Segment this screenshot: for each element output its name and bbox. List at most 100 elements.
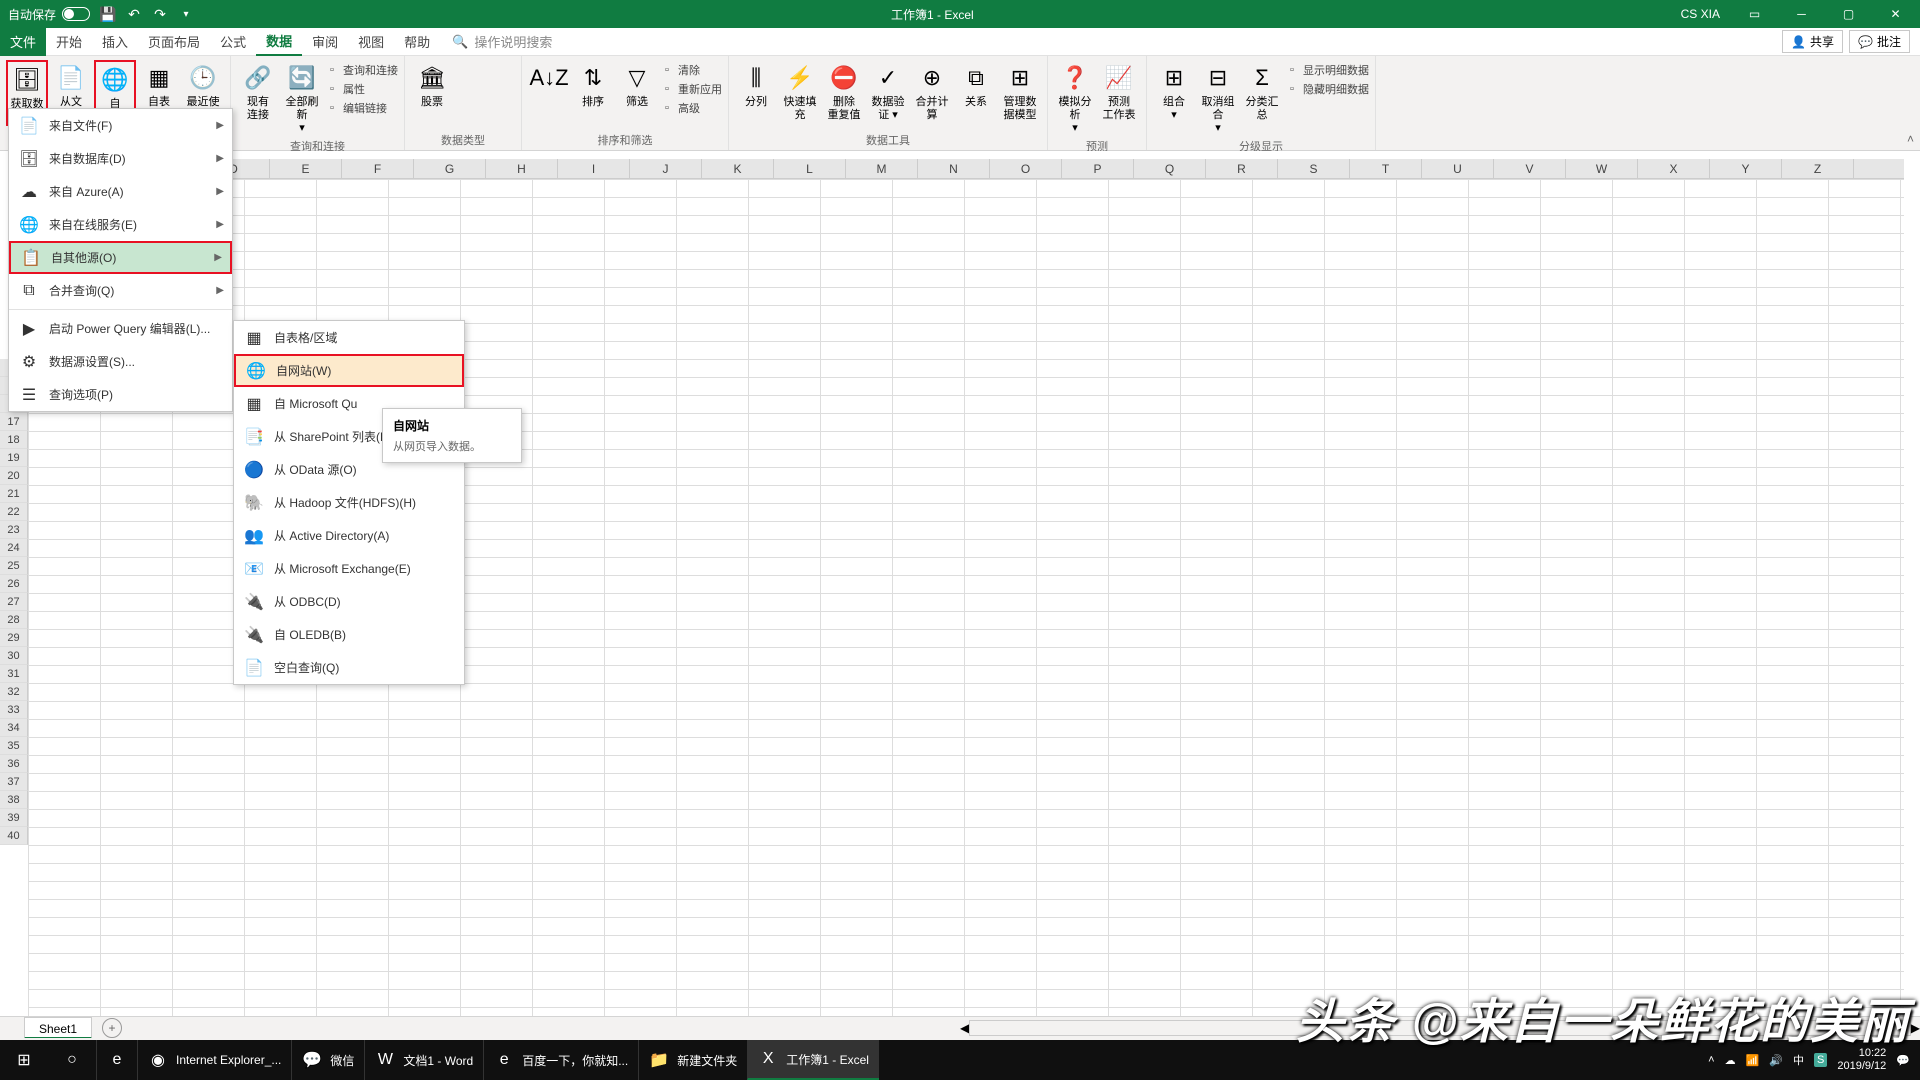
row-header[interactable]: 28 [0,611,28,629]
col-header[interactable]: I [558,159,630,178]
tab-文件[interactable]: 文件 [0,28,46,56]
model-button[interactable]: ⊞管理数据模型 [999,60,1041,122]
tab-数据[interactable]: 数据 [256,28,302,56]
submenu-item[interactable]: ▦自表格/区域 [234,321,464,354]
flash-button[interactable]: ⚡快速填充 [779,60,821,122]
redo-icon[interactable]: ↷ [152,6,168,22]
connection-button[interactable]: 🔗现有连接 [237,60,279,122]
menu-item[interactable]: ☁来自 Azure(A)▶ [9,175,232,208]
comments-button[interactable]: 💬批注 [1849,30,1910,53]
col-header[interactable]: E [270,159,342,178]
row-header[interactable]: 31 [0,665,28,683]
col-header[interactable]: J [630,159,702,178]
col-header[interactable]: W [1566,159,1638,178]
maximize-button[interactable]: ▢ [1826,0,1871,28]
col-header[interactable]: R [1206,159,1278,178]
tab-审阅[interactable]: 审阅 [302,28,348,56]
ribbon-display-icon[interactable]: ▭ [1732,0,1777,28]
filter-button[interactable]: ▽筛选 [616,60,658,109]
ribbon-link[interactable]: ▫属性 [325,81,398,97]
row-headers[interactable]: 1415161718192021222324252627282930313233… [0,359,28,845]
ungroup-button[interactable]: ⊟取消组合▾ [1197,60,1239,136]
row-header[interactable]: 18 [0,431,28,449]
col-header[interactable]: G [414,159,486,178]
ribbon-link[interactable]: ▫重新应用 [660,81,722,97]
col-header[interactable]: N [918,159,990,178]
col-header[interactable]: M [846,159,918,178]
undo-icon[interactable]: ↶ [126,6,142,22]
tab-插入[interactable]: 插入 [92,28,138,56]
tray-volume-icon[interactable]: 🔊 [1769,1054,1783,1067]
save-icon[interactable]: 💾 [100,6,116,22]
stocks-button[interactable]: 🏛股票 [411,60,453,109]
row-header[interactable]: 34 [0,719,28,737]
row-header[interactable]: 32 [0,683,28,701]
sort-button[interactable]: ⇅排序 [572,60,614,109]
group-button[interactable]: ⊞组合▾ [1153,60,1195,122]
col-header[interactable]: S [1278,159,1350,178]
col-header[interactable]: U [1422,159,1494,178]
row-header[interactable]: 33 [0,701,28,719]
tray-sogou-icon[interactable]: S [1814,1053,1827,1067]
ribbon-link[interactable]: ▫显示明细数据 [1285,62,1369,78]
tab-帮助[interactable]: 帮助 [394,28,440,56]
row-header[interactable]: 24 [0,539,28,557]
row-header[interactable]: 38 [0,791,28,809]
col-header[interactable]: F [342,159,414,178]
ribbon-link[interactable]: ▫清除 [660,62,722,78]
col-header[interactable]: K [702,159,774,178]
row-header[interactable]: 37 [0,773,28,791]
ribbon-link[interactable]: ▫高级 [660,100,722,116]
consolidate-button[interactable]: ⊕合并计算 [911,60,953,122]
minimize-button[interactable]: ─ [1779,0,1824,28]
col-header[interactable]: L [774,159,846,178]
ribbon-link[interactable]: ▫编辑链接 [325,100,398,116]
start-button[interactable]: ⊞ [0,1040,48,1080]
submenu-item[interactable]: 🐘从 Hadoop 文件(HDFS)(H) [234,486,464,519]
qat-dropdown-icon[interactable]: ▾ [178,6,194,22]
col-header[interactable]: Q [1134,159,1206,178]
cortana-button[interactable]: ○ [48,1040,96,1080]
row-header[interactable]: 19 [0,449,28,467]
autosave-toggle[interactable]: 自动保存 [8,6,90,23]
row-header[interactable]: 20 [0,467,28,485]
row-header[interactable]: 17 [0,413,28,431]
close-button[interactable]: ✕ [1873,0,1918,28]
row-header[interactable]: 22 [0,503,28,521]
refresh-button[interactable]: 🔄全部刷新▾ [281,60,323,136]
columns-button[interactable]: ⫼分列 [735,60,777,109]
taskbar-item[interactable]: ◉Internet Explorer_... [137,1040,291,1080]
row-header[interactable]: 29 [0,629,28,647]
column-headers[interactable]: DEFGHIJKLMNOPQRSTUVWXYZ [28,159,1904,179]
taskbar-item[interactable]: e [96,1040,137,1080]
row-header[interactable]: 21 [0,485,28,503]
row-header[interactable]: 26 [0,575,28,593]
row-header[interactable]: 23 [0,521,28,539]
taskbar-item[interactable]: 📁新建文件夹 [638,1040,747,1080]
sheet-tab[interactable]: Sheet1 [24,1017,92,1039]
menu-item[interactable]: 📄来自文件(F)▶ [9,109,232,142]
taskbar-item[interactable]: X工作簿1 - Excel [747,1040,879,1080]
tab-视图[interactable]: 视图 [348,28,394,56]
menu-item[interactable]: ⚙数据源设置(S)... [9,345,232,378]
share-button[interactable]: 👤共享 [1782,30,1843,53]
ribbon-link[interactable]: ▫查询和连接 [325,62,398,78]
taskbar-item[interactable]: W文档1 - Word [364,1040,483,1080]
submenu-item[interactable]: 🔌自 OLEDB(B) [234,618,464,651]
menu-item[interactable]: 🗄来自数据库(D)▶ [9,142,232,175]
tab-页面布局[interactable]: 页面布局 [138,28,210,56]
whatif-button[interactable]: ❓模拟分析▾ [1054,60,1096,136]
forecast-button[interactable]: 📈预测工作表 [1098,60,1140,122]
notifications-icon[interactable]: 💬 [1896,1054,1910,1067]
submenu-item[interactable]: 📧从 Microsoft Exchange(E) [234,552,464,585]
dedupe-button[interactable]: ⛔删除重复值 [823,60,865,122]
col-header[interactable]: P [1062,159,1134,178]
tray-onedrive-icon[interactable]: ☁ [1725,1054,1736,1067]
row-header[interactable]: 40 [0,827,28,845]
col-header[interactable]: O [990,159,1062,178]
col-header[interactable]: Y [1710,159,1782,178]
col-header[interactable]: T [1350,159,1422,178]
col-header[interactable]: V [1494,159,1566,178]
subtotal-button[interactable]: Σ分类汇总 [1241,60,1283,122]
col-header[interactable]: H [486,159,558,178]
